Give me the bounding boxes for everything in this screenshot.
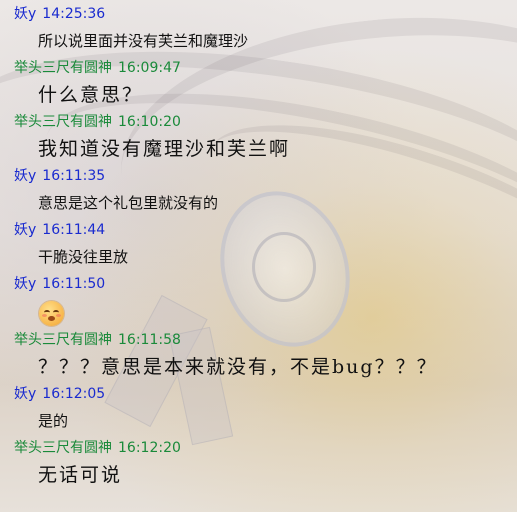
- message-time: 16:11:44: [42, 222, 106, 238]
- chat-message: 举头三尺有圆神 16:12:20 无话可说: [0, 438, 517, 492]
- message-header: 举头三尺有圆神 16:09:47: [0, 58, 517, 79]
- chat-message: 妖y 16:11:35 意思是这个礼包里就没有的: [0, 166, 517, 220]
- message-header: 妖y 16:11:50: [0, 274, 517, 295]
- sender-name[interactable]: 妖y: [14, 6, 36, 22]
- message-header: 妖y 14:25:36: [0, 4, 517, 25]
- chat-message: 举头三尺有圆神 16:11:58 ？？？意思是本来就没有，不是bug？？？: [0, 330, 517, 384]
- sender-name[interactable]: 举头三尺有圆神: [14, 440, 112, 456]
- sender-name[interactable]: 举头三尺有圆神: [14, 60, 112, 76]
- message-text: ？？？意思是本来就没有，不是bug？？？: [38, 356, 438, 378]
- chat-message: 妖y 16:11:50: [0, 274, 517, 330]
- message-time: 16:11:50: [42, 276, 106, 292]
- message-text: 无话可说: [38, 464, 123, 486]
- message-time: 16:10:20: [118, 114, 181, 130]
- chat-message: 妖y 16:12:05 是的: [0, 384, 517, 438]
- message-text: 是的: [38, 412, 69, 430]
- message-text: 所以说里面并没有芙兰和魔理沙: [38, 32, 249, 50]
- sender-name[interactable]: 妖y: [14, 276, 36, 292]
- message-time: 16:11:35: [42, 168, 106, 184]
- chat-message: 举头三尺有圆神 16:10:20 我知道没有魔理沙和芙兰啊: [0, 112, 517, 166]
- message-time: 14:25:36: [42, 6, 106, 22]
- message-header: 妖y 16:12:05: [0, 384, 517, 405]
- message-header: 举头三尺有圆神 16:12:20: [0, 438, 517, 459]
- sender-name[interactable]: 妖y: [14, 386, 36, 402]
- sender-name[interactable]: 举头三尺有圆神: [14, 114, 112, 130]
- chat-message: 妖y 16:11:44 干脆没往里放: [0, 220, 517, 274]
- message-emoji-row: [0, 295, 517, 330]
- message-time: 16:11:58: [118, 332, 181, 348]
- message-text: 干脆没往里放: [38, 248, 129, 266]
- message-time: 16:12:20: [118, 440, 181, 456]
- sender-name[interactable]: 妖y: [14, 222, 36, 238]
- chat-message-list[interactable]: 妖y 14:25:36 所以说里面并没有芙兰和魔理沙 举头三尺有圆神 16:09:4…: [0, 0, 517, 512]
- message-text: 什么意思？: [38, 84, 144, 106]
- message-time: 16:12:05: [42, 386, 106, 402]
- chat-message: 妖y 14:25:36 所以说里面并没有芙兰和魔理沙: [0, 4, 517, 58]
- sender-name[interactable]: 举头三尺有圆神: [14, 332, 112, 348]
- message-header: 妖y 16:11:44: [0, 220, 517, 241]
- message-text: 意思是这个礼包里就没有的: [38, 194, 219, 212]
- blushing-face-emoji: [39, 301, 64, 326]
- message-header: 举头三尺有圆神 16:10:20: [0, 112, 517, 133]
- chat-message: 举头三尺有圆神 16:09:47 什么意思？: [0, 58, 517, 112]
- message-text: 我知道没有魔理沙和芙兰啊: [38, 138, 291, 160]
- sender-name[interactable]: 妖y: [14, 168, 36, 184]
- message-header: 妖y 16:11:35: [0, 166, 517, 187]
- message-time: 16:09:47: [118, 60, 181, 76]
- message-header: 举头三尺有圆神 16:11:58: [0, 330, 517, 351]
